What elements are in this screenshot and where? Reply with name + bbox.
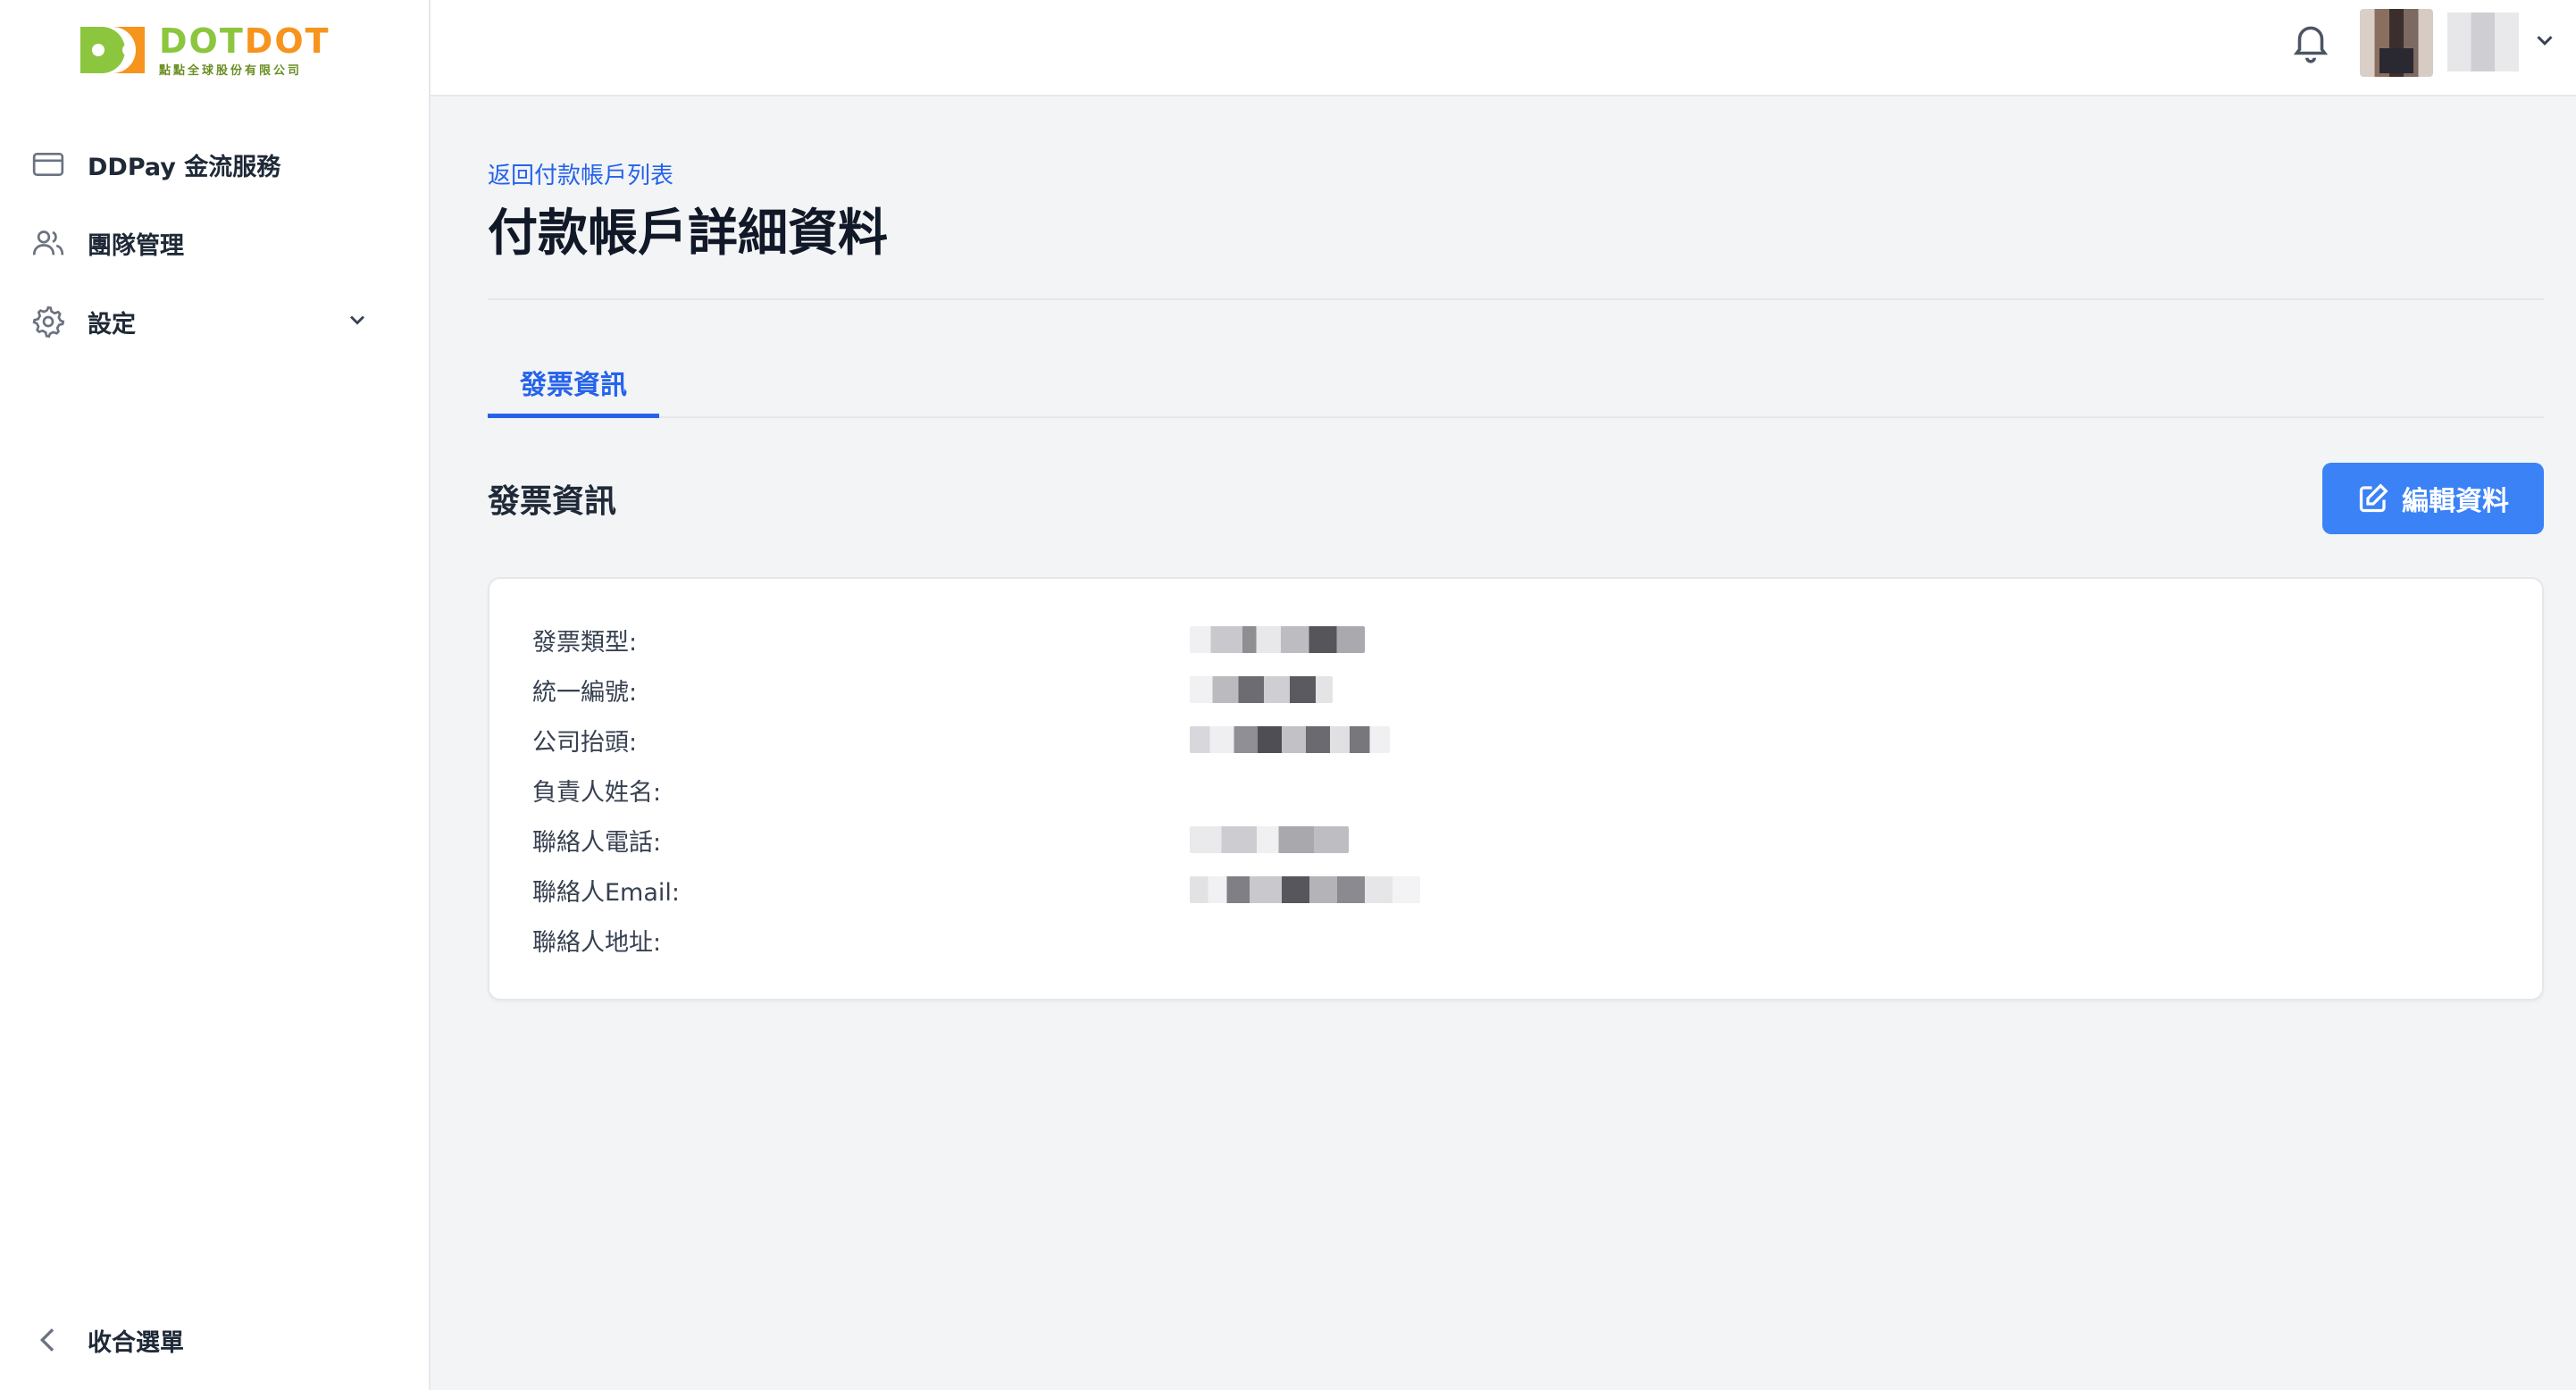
collapse-menu-button[interactable]: 收合選單 (30, 1322, 184, 1358)
info-row: 聯絡人電話: ██████████ (532, 815, 2497, 865)
field-label: 聯絡人Email: (532, 878, 681, 907)
page-title: 付款帳戶詳細資料 (488, 205, 888, 263)
company-title-value: ████████ (1190, 726, 1390, 753)
section-title: 發票資訊 (488, 483, 617, 520)
sidebar-item-ddpay[interactable]: DDPay 金流服務 (0, 125, 431, 204)
field-label: 公司抬頭: (532, 728, 638, 757)
avatar[interactable] (2360, 9, 2433, 77)
field-label: 聯絡人地址: (532, 928, 662, 957)
sidebar-item-settings[interactable]: 設定 (0, 282, 431, 361)
divider (488, 298, 2544, 300)
sidebar-item-label: 設定 (88, 310, 136, 339)
info-row: 負責人姓名: (532, 765, 2497, 815)
chevron-down-icon[interactable] (345, 307, 370, 336)
bell-icon (2293, 26, 2329, 63)
edit-icon (2359, 483, 2388, 513)
info-row: 統一編號: ████████ (532, 665, 2497, 715)
sidebar-item-label: DDPay 金流服務 (88, 153, 281, 181)
back-to-list-link[interactable]: 返回付款帳戶列表 (488, 157, 673, 190)
field-label: 聯絡人電話: (532, 828, 662, 857)
contact-email-value: ████████████ (1190, 876, 1420, 903)
chevron-down-icon[interactable] (2531, 27, 2558, 57)
top-bar: ████ (431, 0, 2576, 96)
sidebar: DOTDOT 點點全球股份有限公司 DDPay 金流服務 團隊管理 設定 收合選… (0, 0, 431, 1390)
info-row: 聯絡人Email: ████████████ (532, 865, 2497, 915)
collapse-menu-label: 收合選單 (88, 1328, 184, 1357)
edit-button[interactable]: 編輯資料 (2322, 463, 2544, 534)
invoice-type-value: ██████ (1190, 626, 1365, 653)
credit-card-icon (32, 153, 64, 176)
sidebar-nav: DDPay 金流服務 團隊管理 設定 (0, 125, 431, 361)
users-icon (32, 230, 64, 255)
logo-wordmark: DOTDOT (159, 21, 330, 61)
field-label: 發票類型: (532, 628, 638, 657)
field-label: 統一編號: (532, 678, 638, 707)
tab-invoice-info[interactable]: 發票資訊 (488, 356, 659, 418)
dotdot-logo-icon (80, 27, 145, 73)
logo-subtitle: 點點全球股份有限公司 (159, 63, 303, 78)
info-row: 聯絡人地址: (532, 915, 2497, 965)
gear-icon (32, 306, 65, 339)
tax-id-value: ████████ (1190, 676, 1333, 703)
user-name[interactable]: ████ (2447, 13, 2519, 71)
info-row: 公司抬頭: ████████ (532, 715, 2497, 765)
chevron-left-icon (39, 1328, 54, 1352)
sidebar-item-team[interactable]: 團隊管理 (0, 204, 431, 282)
sidebar-item-label: 團隊管理 (88, 231, 184, 260)
edit-button-label: 編輯資料 (2402, 486, 2509, 517)
invoice-info-card: 發票類型: ██████ 統一編號: ████████ 公司抬頭: ██████… (488, 577, 2544, 1001)
contact-phone-value: ██████████ (1190, 826, 1349, 853)
field-label: 負責人姓名: (532, 778, 662, 807)
tab-bar: 發票資訊 (488, 356, 2544, 418)
notification-button[interactable] (2288, 20, 2333, 64)
info-row: 發票類型: ██████ (532, 615, 2497, 665)
brand-logo[interactable]: DOTDOT 點點全球股份有限公司 (77, 21, 330, 79)
